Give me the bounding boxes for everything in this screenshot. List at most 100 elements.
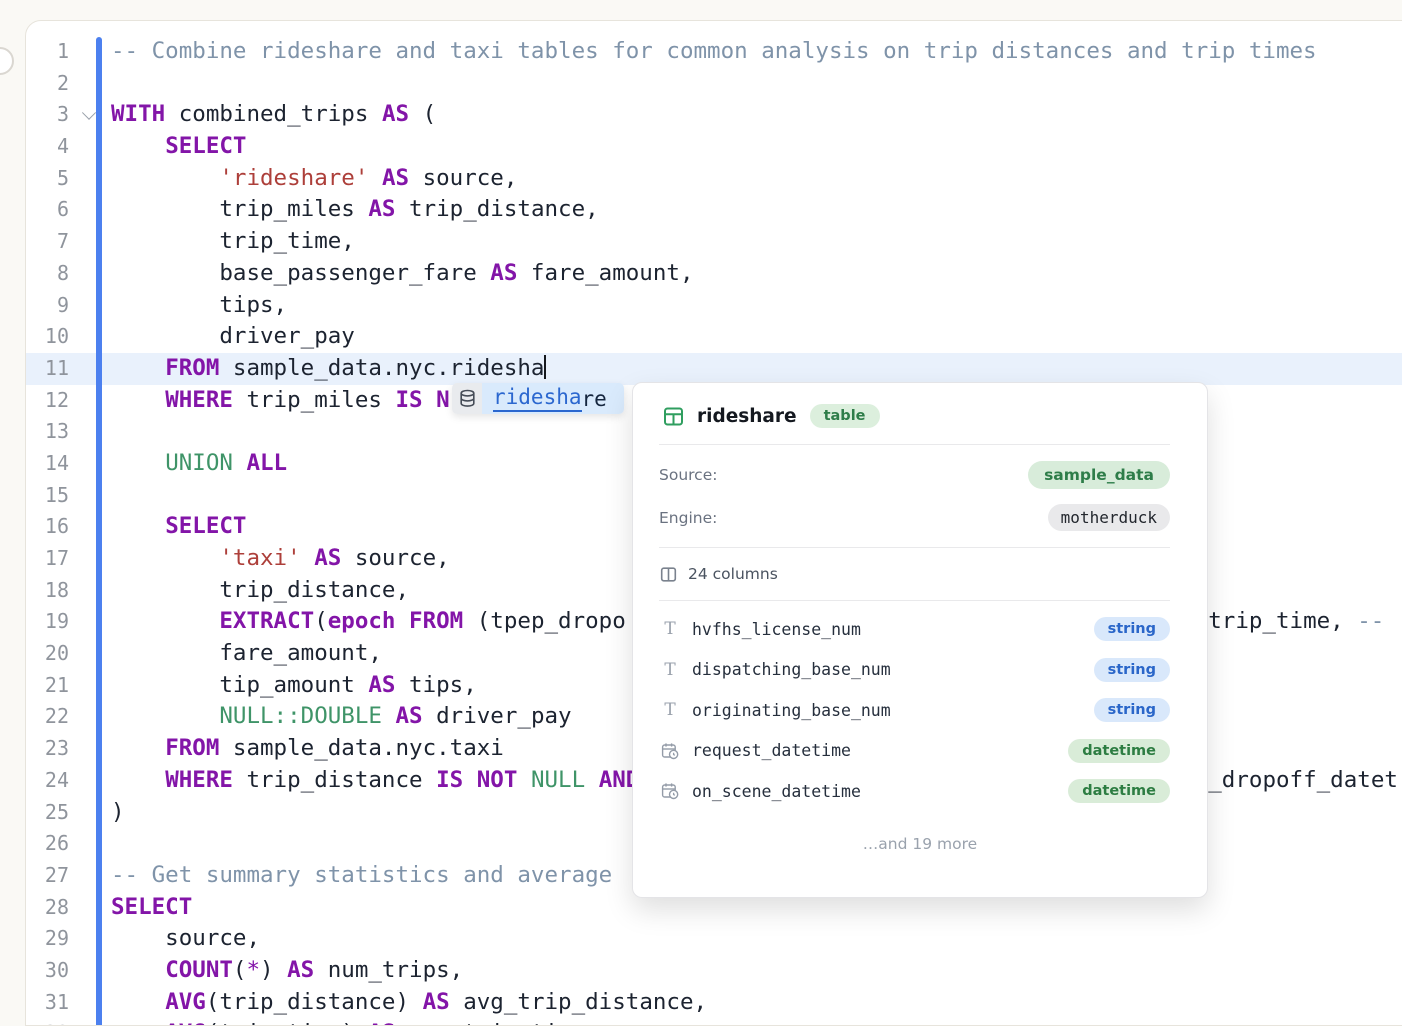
code-token: trip_distance, bbox=[395, 196, 598, 222]
column-name: request_datetime bbox=[692, 741, 851, 760]
code-token bbox=[111, 703, 219, 729]
code-line[interactable]: 2 bbox=[26, 68, 1402, 100]
code-token: tips, bbox=[395, 672, 476, 698]
gutter-spacer bbox=[69, 765, 111, 797]
code-token: (trip_distance) bbox=[206, 989, 423, 1015]
code-token: fare_amount, bbox=[517, 260, 693, 286]
code-line[interactable]: 3 WITH combined_trips AS ( bbox=[26, 99, 1402, 131]
line-number: 5 bbox=[26, 163, 69, 195]
line-number: 16 bbox=[26, 511, 69, 543]
code-token: WHERE bbox=[165, 387, 233, 413]
code-token: tips, bbox=[111, 292, 287, 318]
edge-circle-decoration bbox=[0, 47, 14, 75]
line-number: 9 bbox=[26, 290, 69, 322]
code-token: trip_distance bbox=[233, 767, 436, 793]
column-row: Tdispatching_base_numstring bbox=[633, 650, 1207, 691]
code-line[interactable]: 10 driver_pay bbox=[26, 321, 1402, 353]
code-line[interactable]: 31 AVG(trip_distance) AS avg_trip_distan… bbox=[26, 987, 1402, 1019]
code-token: * bbox=[246, 957, 260, 983]
code-token: ( bbox=[233, 957, 247, 983]
gutter-spacer bbox=[69, 987, 111, 1019]
code-line[interactable]: 7 trip_time, bbox=[26, 226, 1402, 258]
line-number: 12 bbox=[26, 385, 69, 417]
line-number: 2 bbox=[26, 68, 69, 100]
code-line[interactable]: 29 source, bbox=[26, 923, 1402, 955]
gutter-spacer bbox=[69, 36, 111, 68]
code-token: IS NOT bbox=[436, 767, 517, 793]
code-token: -- Combine rideshare and taxi tables for… bbox=[111, 38, 1317, 64]
code-token: trip_miles bbox=[233, 387, 396, 413]
gutter-spacer bbox=[69, 448, 111, 480]
autocomplete-rest-text: re bbox=[582, 387, 607, 411]
database-icon bbox=[452, 383, 482, 414]
property-value-badge: sample_data bbox=[1028, 461, 1170, 489]
code-line[interactable]: 9 tips, bbox=[26, 290, 1402, 322]
line-number: 11 bbox=[26, 353, 69, 385]
fold-chevron-icon[interactable] bbox=[82, 106, 96, 120]
code-token bbox=[111, 1020, 165, 1026]
line-number: 14 bbox=[26, 448, 69, 480]
column-name: originating_base_num bbox=[692, 701, 891, 720]
gutter-spacer bbox=[69, 480, 111, 512]
code-text: SELECT bbox=[111, 511, 246, 543]
code-token: ) bbox=[111, 799, 125, 825]
code-text: AVG(trip_time) AS avg_trip_time, bbox=[111, 1018, 599, 1026]
columns-count-row: 24 columns bbox=[633, 548, 1207, 600]
code-text: FROM sample_data.nyc.taxi bbox=[111, 733, 504, 765]
columns-count-label: 24 columns bbox=[688, 565, 778, 583]
column-type-badge: string bbox=[1094, 698, 1170, 722]
line-number: 18 bbox=[26, 575, 69, 607]
code-text: 'taxi' AS source, bbox=[111, 543, 450, 575]
column-name: dispatching_base_num bbox=[692, 660, 891, 679]
table-icon bbox=[663, 406, 684, 427]
code-token: trip_distance, bbox=[111, 577, 409, 603]
code-token bbox=[111, 545, 219, 571]
code-token bbox=[111, 450, 165, 476]
property-row: Source:sample_data bbox=[633, 453, 1207, 496]
gutter-spacer bbox=[69, 194, 111, 226]
gutter-spacer bbox=[69, 892, 111, 924]
column-type-badge: datetime bbox=[1068, 779, 1170, 803]
gutter-spacer bbox=[69, 385, 111, 417]
code-token: EXTRACT bbox=[219, 608, 314, 634]
code-line[interactable]: 6 trip_miles AS trip_distance, bbox=[26, 194, 1402, 226]
property-value-badge: motherduck bbox=[1048, 504, 1170, 531]
column-name: on_scene_datetime bbox=[692, 782, 861, 801]
code-token bbox=[111, 608, 219, 634]
code-line[interactable]: 1-- Combine rideshare and taxi tables fo… bbox=[26, 36, 1402, 68]
line-number: 3 bbox=[26, 99, 69, 131]
code-token bbox=[111, 387, 165, 413]
code-line[interactable]: 4 SELECT bbox=[26, 131, 1402, 163]
table-info-popup: rideshare table Source:sample_dataEngine… bbox=[632, 382, 1208, 898]
code-line[interactable]: 32 AVG(trip_time) AS avg_trip_time, bbox=[26, 1018, 1402, 1026]
line-number: 26 bbox=[26, 828, 69, 860]
autocomplete-match-text: ridesha bbox=[493, 385, 582, 412]
code-token: 'rideshare' bbox=[219, 165, 368, 191]
code-token: FROM bbox=[165, 355, 219, 381]
code-text: WITH combined_trips AS ( bbox=[111, 99, 436, 131]
autocomplete-item-rideshare[interactable]: rideshare bbox=[452, 383, 624, 414]
column-type-badge: string bbox=[1094, 658, 1170, 682]
code-token: (trip_time) bbox=[206, 1020, 369, 1026]
code-line[interactable]: 11 FROM sample_data.nyc.ridesha bbox=[26, 353, 1402, 385]
column-type-badge: string bbox=[1094, 617, 1170, 641]
line-number: 25 bbox=[26, 797, 69, 829]
gutter-spacer bbox=[69, 701, 111, 733]
code-token bbox=[111, 989, 165, 1015]
code-token bbox=[111, 957, 165, 983]
code-line[interactable]: 5 'rideshare' AS source, bbox=[26, 163, 1402, 195]
code-text: 'rideshare' AS source, bbox=[111, 163, 517, 195]
code-text: trip_time, bbox=[111, 226, 355, 258]
column-type-badge: datetime bbox=[1068, 739, 1170, 763]
line-number: 6 bbox=[26, 194, 69, 226]
code-line[interactable]: 30 COUNT(*) AS num_trips, bbox=[26, 955, 1402, 987]
code-token: trip_miles bbox=[111, 196, 368, 222]
line-number: 24 bbox=[26, 765, 69, 797]
code-token: WHERE bbox=[165, 767, 233, 793]
code-token: AS bbox=[395, 703, 422, 729]
code-token: driver_pay bbox=[111, 323, 355, 349]
code-token: -- bbox=[1357, 608, 1384, 634]
code-token bbox=[233, 450, 247, 476]
code-line[interactable]: 8 base_passenger_fare AS fare_amount, bbox=[26, 258, 1402, 290]
code-text: SELECT bbox=[111, 892, 192, 924]
